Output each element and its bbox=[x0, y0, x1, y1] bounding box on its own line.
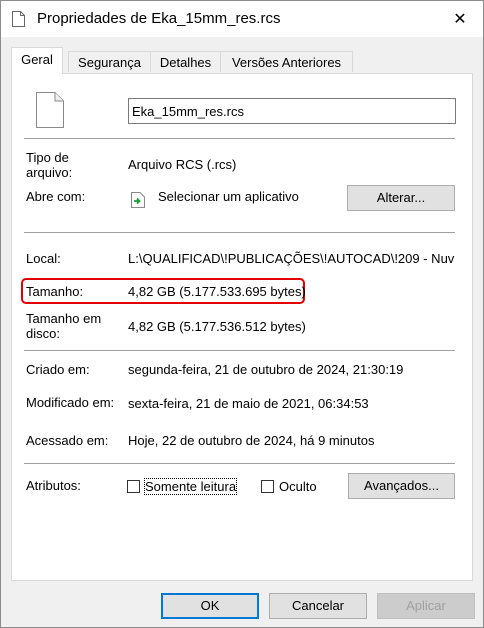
created-value: segunda-feira, 21 de outubro de 2024, 21… bbox=[128, 362, 404, 377]
hidden-label[interactable]: Oculto bbox=[279, 479, 317, 494]
location-label: Local: bbox=[26, 251, 61, 266]
attributes-label: Atributos: bbox=[26, 478, 81, 493]
location-value: L:\QUALIFICAD\!PUBLICAÇÕES\!AUTOCAD\!209… bbox=[128, 251, 455, 266]
hidden-checkbox[interactable] bbox=[261, 480, 274, 493]
document-icon bbox=[12, 11, 25, 27]
ok-button[interactable]: OK bbox=[161, 593, 259, 619]
accessed-value: Hoje, 22 de outubro de 2024, há 9 minuto… bbox=[128, 433, 375, 448]
apply-button[interactable]: Aplicar bbox=[377, 593, 475, 619]
title-bar[interactable]: Propriedades de Eka_15mm_res.rcs ✕ bbox=[1, 1, 483, 37]
size-label: Tamanho: bbox=[26, 284, 84, 299]
advanced-button[interactable]: Avançados... bbox=[348, 473, 455, 499]
readonly-checkbox[interactable] bbox=[127, 480, 140, 493]
type-value: Arquivo RCS (.rcs) bbox=[128, 157, 237, 172]
modified-label: Modificado em: bbox=[26, 395, 115, 410]
size-on-disk-value: 4,82 GB (5.177.536.512 bytes) bbox=[128, 319, 306, 334]
tab-seguranca[interactable]: Segurança bbox=[68, 51, 151, 72]
accessed-label: Acessado em: bbox=[26, 433, 109, 448]
window-title: Propriedades de Eka_15mm_res.rcs bbox=[37, 10, 281, 27]
general-panel: Tipo de arquivo: Arquivo RCS (.rcs) Abre… bbox=[11, 73, 473, 581]
size-value: 4,82 GB (5.177.533.695 bytes) bbox=[128, 284, 306, 299]
tab-detalhes[interactable]: Detalhes bbox=[150, 51, 221, 72]
separator bbox=[24, 463, 455, 464]
opens-with-value: Selecionar um aplicativo bbox=[158, 189, 299, 204]
tab-geral[interactable]: Geral bbox=[11, 47, 63, 74]
cancel-button[interactable]: Cancelar bbox=[269, 593, 367, 619]
separator bbox=[24, 350, 455, 351]
filename-input[interactable] bbox=[128, 98, 456, 124]
separator bbox=[24, 232, 455, 233]
properties-dialog: Propriedades de Eka_15mm_res.rcs ✕ Geral… bbox=[0, 0, 484, 628]
file-icon bbox=[36, 92, 64, 128]
opens-with-label: Abre com: bbox=[26, 189, 86, 204]
created-label: Criado em: bbox=[26, 362, 90, 377]
separator bbox=[24, 138, 455, 139]
tab-versoes-anteriores[interactable]: Versões Anteriores bbox=[220, 51, 353, 72]
close-icon: ✕ bbox=[453, 11, 467, 28]
type-label: Tipo de arquivo: bbox=[26, 150, 73, 180]
modified-value: sexta-feira, 21 de maio de 2021, 06:34:5… bbox=[128, 396, 369, 411]
close-button[interactable]: ✕ bbox=[437, 1, 483, 37]
readonly-label[interactable]: Somente leitura bbox=[143, 478, 238, 495]
change-app-button[interactable]: Alterar... bbox=[347, 185, 455, 211]
size-on-disk-label: Tamanho em disco: bbox=[26, 311, 102, 341]
default-app-icon bbox=[131, 192, 145, 208]
